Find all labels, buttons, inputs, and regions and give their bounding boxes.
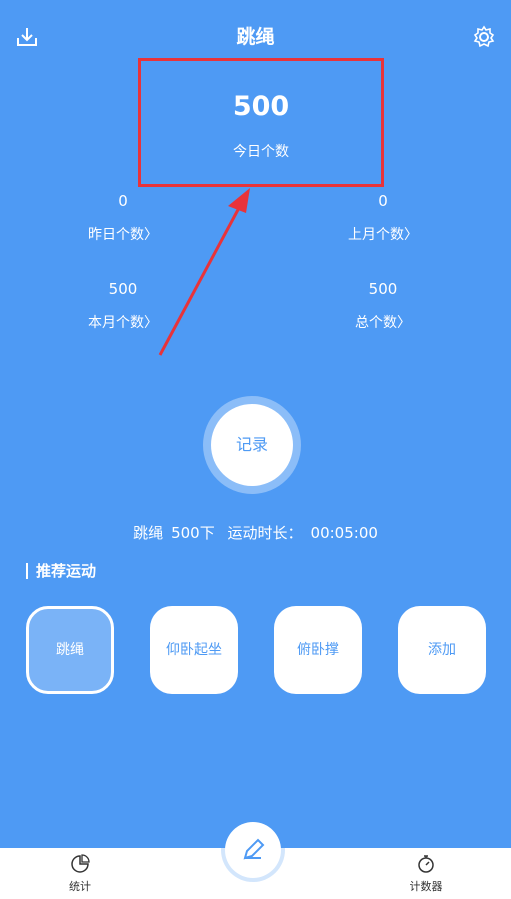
pie-chart-icon	[71, 854, 90, 873]
summary-count: 500下	[171, 524, 215, 542]
stat-total-value: 500	[368, 280, 398, 298]
edit-fab-button[interactable]	[225, 822, 281, 878]
workout-summary: 跳绳 500下 运动时长： 00:05:00	[0, 522, 511, 543]
record-button-halo: 记录	[203, 396, 301, 494]
stat-yesterday-label: 昨日个数〉	[88, 227, 158, 243]
tab-stats-label: 统计	[69, 880, 91, 893]
summary-duration: 00:05:00	[310, 524, 378, 542]
stat-total[interactable]: 500 总个数〉	[308, 280, 458, 332]
tab-stats[interactable]: 统计	[40, 854, 120, 894]
exercise-situps[interactable]: 仰卧起坐	[150, 606, 238, 694]
record-button[interactable]: 记录	[211, 404, 293, 486]
recommend-section-title: 推荐运动	[26, 563, 96, 579]
summary-duration-label: 运动时长：	[227, 524, 303, 542]
stopwatch-icon	[418, 855, 434, 873]
stat-last-month-label: 上月个数〉	[348, 227, 418, 243]
summary-activity: 跳绳	[133, 524, 164, 542]
stat-yesterday[interactable]: 0 昨日个数〉	[48, 192, 198, 244]
exercise-pushups[interactable]: 俯卧撑	[274, 606, 362, 694]
tab-counter[interactable]: 计数器	[386, 854, 466, 894]
stat-last-month-value: 0	[378, 192, 388, 210]
stat-total-label: 总个数〉	[355, 315, 411, 331]
exercise-add[interactable]: 添加	[398, 606, 486, 694]
exercise-jump-rope[interactable]: 跳绳	[26, 606, 114, 694]
stat-this-month-label: 本月个数〉	[88, 315, 158, 331]
tab-counter-label: 计数器	[409, 880, 443, 893]
stat-yesterday-value: 0	[118, 192, 128, 210]
pencil-icon	[243, 838, 265, 860]
stat-last-month[interactable]: 0 上月个数〉	[308, 192, 458, 244]
stat-this-month-value: 500	[108, 280, 138, 298]
stat-this-month[interactable]: 500 本月个数〉	[48, 280, 198, 332]
